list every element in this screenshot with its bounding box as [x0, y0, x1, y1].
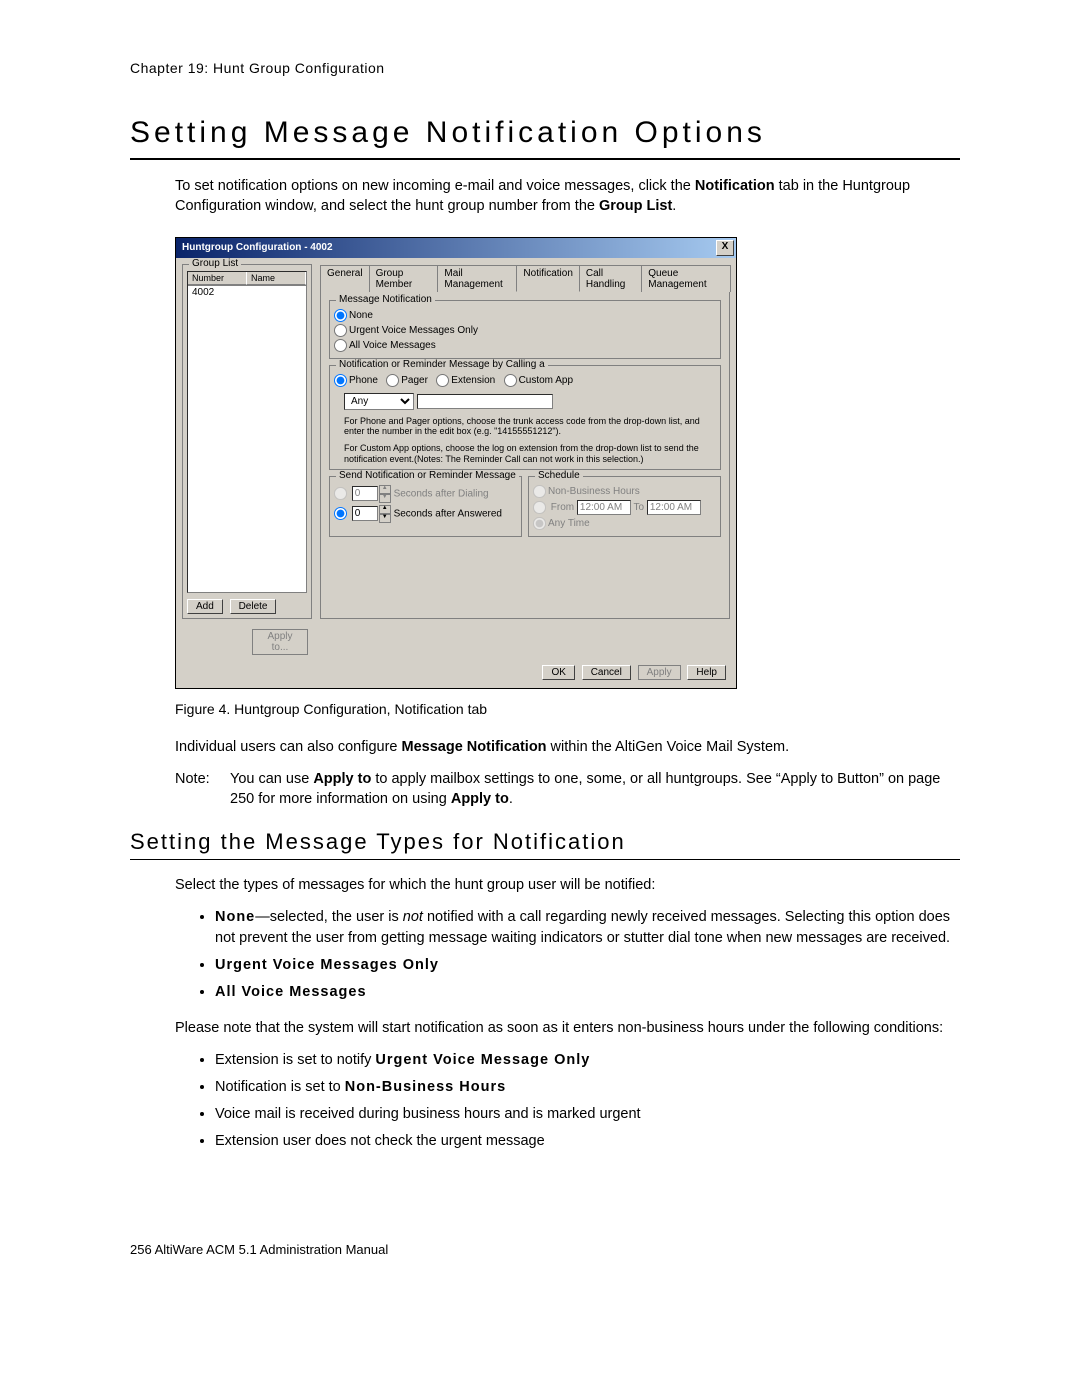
- section-rule: [130, 859, 960, 860]
- ok-button[interactable]: OK: [542, 665, 574, 680]
- list-item: Voice mail is received during business h…: [215, 1104, 960, 1125]
- page-title: Setting Message Notification Options: [130, 116, 960, 150]
- tab-queue-management[interactable]: Queue Management: [641, 265, 731, 292]
- radio-seconds-dialing: [334, 487, 347, 500]
- radio-phone[interactable]: [334, 374, 347, 387]
- notification-tab-ref: Notification: [695, 178, 775, 194]
- radio-extension[interactable]: [436, 374, 449, 387]
- radio-from: [533, 501, 546, 514]
- list-item: Notification is set to Non-Business Hour…: [215, 1077, 960, 1098]
- list-item: None—selected, the user is not notified …: [215, 907, 960, 949]
- spin-down-icon[interactable]: ▼: [379, 514, 391, 523]
- note-row: Note: You can use Apply to to apply mail…: [175, 769, 960, 810]
- group-list-ref: Group List: [599, 198, 672, 214]
- schedule-legend: Schedule: [535, 470, 583, 481]
- col-number: Number: [188, 272, 247, 285]
- radio-seconds-answered[interactable]: [334, 507, 347, 520]
- calling-legend: Notification or Reminder Message by Call…: [336, 359, 548, 370]
- msg-notif-legend: Message Notification: [336, 294, 435, 305]
- add-button[interactable]: Add: [187, 599, 223, 614]
- note-label: Note:: [175, 769, 230, 810]
- help-button[interactable]: Help: [687, 665, 726, 680]
- tab-notification[interactable]: Notification: [516, 265, 579, 292]
- radio-anytime: [533, 517, 546, 530]
- section-heading: Setting the Message Types for Notificati…: [130, 829, 960, 855]
- spin-down-icon: ▼: [379, 494, 391, 503]
- tab-call-handling[interactable]: Call Handling: [579, 265, 642, 292]
- tab-mail-management[interactable]: Mail Management: [437, 265, 517, 292]
- radio-nbh: [533, 485, 546, 498]
- body-paragraph: Select the types of messages for which t…: [175, 875, 960, 895]
- group-list-box[interactable]: Number Name 4002: [187, 271, 307, 593]
- bullet-list: Extension is set to notify Urgent Voice …: [215, 1050, 960, 1152]
- apply-button: Apply: [638, 665, 681, 680]
- close-icon[interactable]: X: [716, 240, 734, 256]
- list-item: Urgent Voice Messages Only: [215, 955, 960, 976]
- list-item[interactable]: 4002: [188, 286, 306, 299]
- group-list-legend: Group List: [189, 258, 241, 269]
- intro-paragraph: To set notification options on new incom…: [175, 176, 960, 217]
- radio-urgent[interactable]: [334, 324, 347, 337]
- tab-general[interactable]: General: [320, 265, 370, 292]
- radio-all[interactable]: [334, 339, 347, 352]
- col-name: Name: [247, 272, 306, 285]
- seconds-dialing-input: [352, 486, 378, 501]
- apply-to-button: Apply to...: [252, 629, 308, 655]
- list-item: Extension user does not check the urgent…: [215, 1131, 960, 1152]
- title-rule: [130, 158, 960, 160]
- delete-button[interactable]: Delete: [230, 599, 277, 614]
- window-titlebar: Huntgroup Configuration - 4002 X: [176, 238, 736, 258]
- trunk-access-select[interactable]: Any: [344, 393, 414, 410]
- bullet-list: None—selected, the user is not notified …: [215, 907, 960, 1003]
- body-paragraph: Please note that the system will start n…: [175, 1018, 960, 1038]
- spin-up-icon: ▲: [379, 485, 391, 494]
- list-item: Extension is set to notify Urgent Voice …: [215, 1050, 960, 1071]
- spin-up-icon[interactable]: ▲: [379, 505, 391, 514]
- number-input[interactable]: [417, 394, 553, 409]
- cancel-button[interactable]: Cancel: [582, 665, 631, 680]
- from-time-input: [577, 500, 631, 515]
- chapter-header: Chapter 19: Hunt Group Configuration: [130, 60, 960, 76]
- tab-group-member[interactable]: Group Member: [369, 265, 439, 292]
- seconds-answered-input[interactable]: [352, 506, 378, 521]
- radio-customapp[interactable]: [504, 374, 517, 387]
- help-customapp: For Custom App options, choose the log o…: [344, 443, 716, 465]
- radio-pager[interactable]: [386, 374, 399, 387]
- window-title: Huntgroup Configuration - 4002: [182, 242, 333, 253]
- figure-caption: Figure 4. Huntgroup Configuration, Notif…: [175, 701, 960, 717]
- to-time-input: [647, 500, 701, 515]
- page-footer: 256 AltiWare ACM 5.1 Administration Manu…: [130, 1242, 960, 1257]
- list-item: All Voice Messages: [215, 982, 960, 1003]
- help-phone-pager: For Phone and Pager options, choose the …: [344, 416, 716, 438]
- dialog-screenshot: Huntgroup Configuration - 4002 X Group L…: [175, 237, 735, 689]
- body-paragraph: Individual users can also configure Mess…: [175, 737, 960, 757]
- send-legend: Send Notification or Reminder Message: [336, 470, 519, 481]
- radio-none[interactable]: [334, 309, 347, 322]
